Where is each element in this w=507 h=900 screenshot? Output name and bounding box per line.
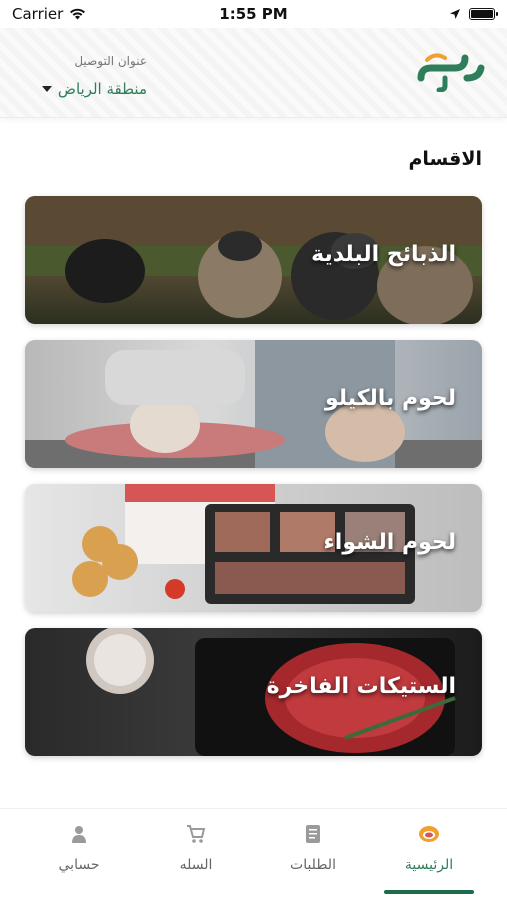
location-arrow-icon: [450, 9, 460, 19]
region-label: منطقة الرياض: [57, 80, 147, 98]
tab-label: الرئيسية: [404, 857, 454, 873]
category-label: لحوم الشواء: [323, 530, 456, 555]
bottom-nav: الرئيسية الطلبات السله حسابي: [0, 808, 507, 900]
tab-label: حسابي: [58, 857, 100, 873]
caret-down-icon: [41, 86, 52, 92]
category-label: الستيكات الفاخرة: [266, 674, 456, 699]
cart-icon: [187, 825, 206, 843]
delivery-address-label: عنوان التوصيل: [74, 54, 147, 68]
carrier-label: Carrier: [12, 5, 64, 23]
tab-label: الطلبات: [290, 857, 336, 873]
app-header: عنوان التوصيل منطقة الرياض: [0, 28, 507, 118]
category-card-local-sacrifices[interactable]: الذبائح البلدية: [25, 196, 482, 324]
tab-account[interactable]: حسابي: [24, 823, 134, 873]
tab-orders[interactable]: الطلبات: [258, 823, 368, 873]
status-time: 1:55 PM: [219, 5, 288, 23]
active-tab-indicator: [384, 890, 474, 894]
battery-icon: [469, 8, 498, 20]
category-label: لحوم بالكيلو: [324, 386, 456, 411]
section-title: الاقسام: [408, 148, 483, 170]
tab-label: السله: [179, 857, 213, 873]
home-logo-icon: [419, 826, 439, 842]
status-bar: Carrier 1:55 PM: [0, 0, 507, 28]
region-selector[interactable]: منطقة الرياض: [41, 80, 147, 98]
status-left: Carrier: [12, 5, 182, 23]
tab-home[interactable]: الرئيسية: [374, 823, 484, 873]
category-card-meat-by-kilo[interactable]: لحوم بالكيلو: [25, 340, 482, 468]
orders-icon: [306, 825, 320, 843]
wifi-icon: [70, 8, 86, 20]
brand-logo: [417, 53, 485, 92]
category-label: الذبائح البلدية: [311, 242, 456, 267]
account-icon: [72, 826, 86, 843]
tab-cart[interactable]: السله: [141, 823, 251, 873]
category-card-bbq-meat[interactable]: لحوم الشواء: [25, 484, 482, 612]
status-right: [325, 8, 498, 20]
category-card-premium-steaks[interactable]: الستيكات الفاخرة: [25, 628, 482, 756]
